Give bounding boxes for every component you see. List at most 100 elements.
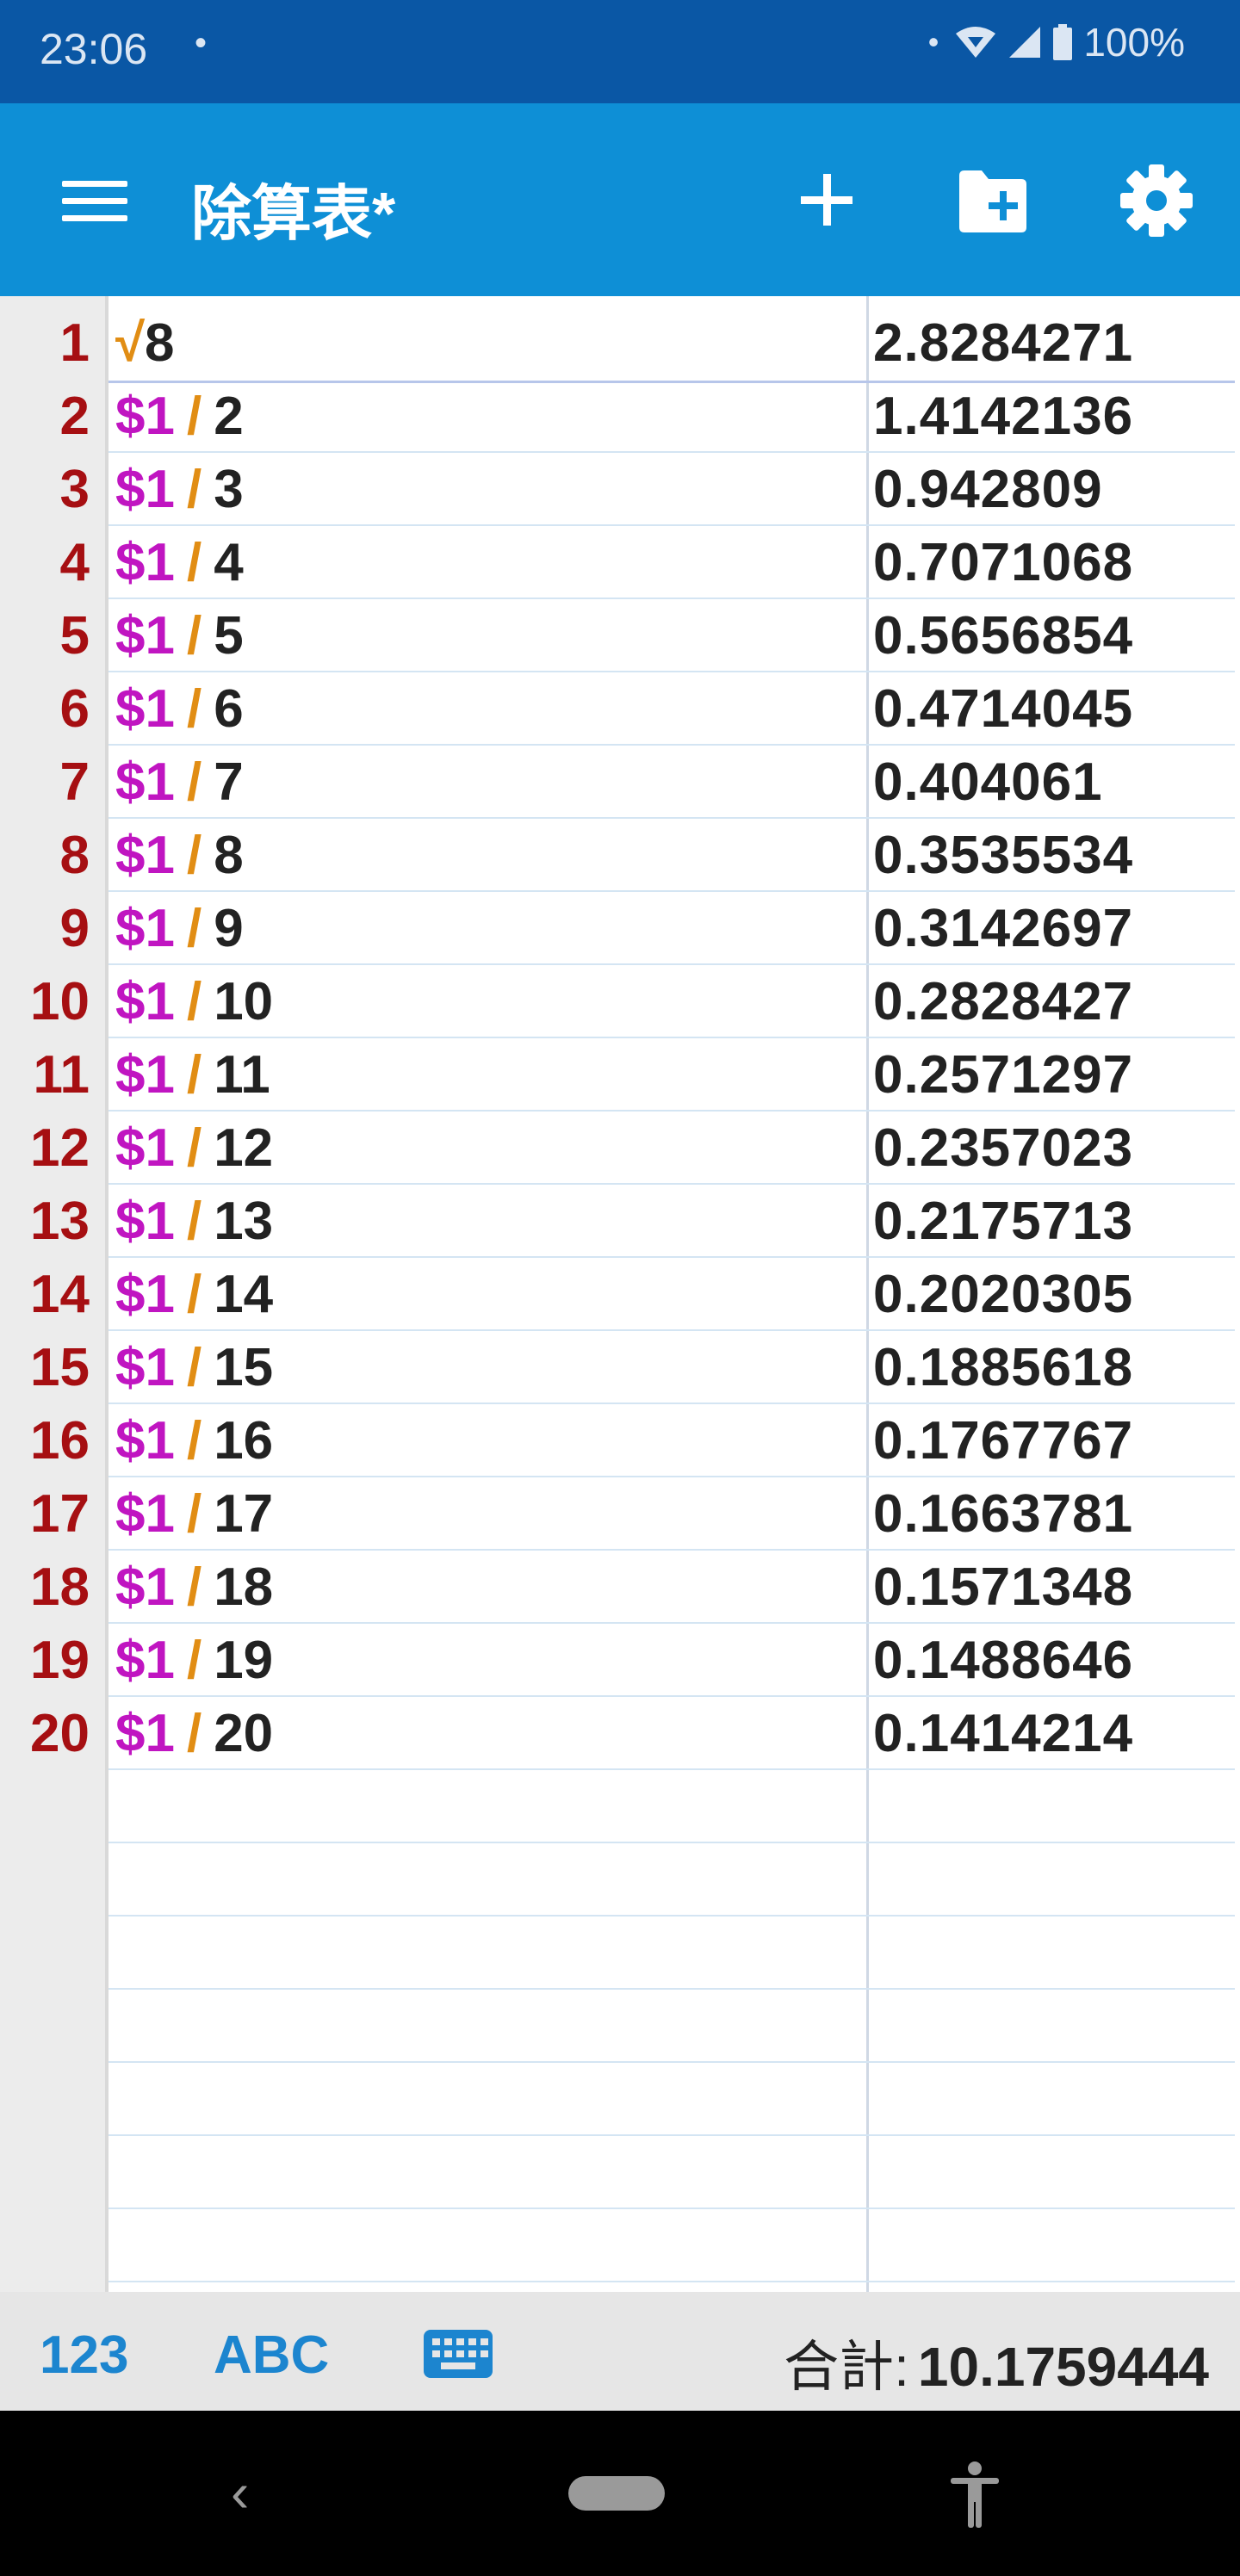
operand: 5 [214,606,244,666]
formula-cell[interactable]: $1/8 [115,819,856,892]
row-number[interactable]: 7 [0,746,90,819]
row-number[interactable]: 18 [0,1551,90,1624]
formula-cell[interactable]: $1/17 [115,1477,856,1551]
formula-cell[interactable]: $1/14 [115,1258,856,1331]
result-cell[interactable]: 0.5656854 [873,599,1235,672]
formula-cell[interactable]: $1/5 [115,599,856,672]
cell-reference: $1 [115,533,175,592]
row-number[interactable]: 14 [0,1258,90,1331]
formula-cell[interactable]: √8 [115,307,856,380]
folder-add-icon[interactable] [956,169,1028,234]
operand: 6 [214,679,244,739]
result-cell[interactable]: 0.2828427 [873,965,1235,1038]
row-divider [108,1768,1235,1770]
formula-cell[interactable]: $1/20 [115,1697,856,1770]
row-number[interactable]: 15 [0,1331,90,1404]
operator: / [186,826,202,885]
operand: 8 [145,313,175,373]
formula-cell[interactable]: $1/7 [115,746,856,819]
formula-cell[interactable]: $1/15 [115,1331,856,1404]
add-icon[interactable] [792,165,861,234]
active-row-indicator [108,381,1235,383]
result-cell[interactable]: 0.1767767 [873,1404,1235,1477]
row-number[interactable]: 8 [0,819,90,892]
row-number[interactable]: 5 [0,599,90,672]
result-cell[interactable]: 0.1663781 [873,1477,1235,1551]
result-cell[interactable]: 0.404061 [873,746,1235,819]
result-cell[interactable]: 0.2020305 [873,1258,1235,1331]
empty-row-divider [108,1842,1235,1843]
formula-cell[interactable]: $1/6 [115,672,856,746]
row-number[interactable]: 2 [0,380,90,453]
result-cell[interactable]: 0.2571297 [873,1038,1235,1112]
back-icon[interactable]: ‹ [231,2461,249,2524]
operator: / [186,460,202,519]
formula-cell[interactable]: $1/13 [115,1185,856,1258]
home-pill-icon[interactable] [568,2476,665,2511]
operand: 18 [214,1557,274,1617]
row-number[interactable]: 6 [0,672,90,746]
result-cell[interactable]: 0.1488646 [873,1624,1235,1697]
empty-row-divider [108,1915,1235,1917]
result-cell[interactable]: 0.3142697 [873,892,1235,965]
row-number[interactable]: 16 [0,1404,90,1477]
empty-row-divider [108,1988,1235,1990]
formula-cell[interactable]: $1/12 [115,1112,856,1185]
alpha-keyboard-button[interactable]: ABC [214,2325,329,2386]
operand: 8 [214,826,244,885]
empty-row-divider [108,2134,1235,2136]
operand: 17 [214,1484,274,1544]
operator: / [186,972,202,1031]
row-number[interactable]: 11 [0,1038,90,1112]
formula-cell[interactable]: $1/18 [115,1551,856,1624]
result-cell[interactable]: 0.2175713 [873,1185,1235,1258]
operand: 14 [214,1265,274,1324]
row-number[interactable]: 3 [0,453,90,526]
cell-reference: $1 [115,1265,175,1324]
result-cell[interactable]: 0.1414214 [873,1697,1235,1770]
formula-cell[interactable]: $1/4 [115,526,856,599]
operator: / [186,1704,202,1763]
operator: / [186,1118,202,1178]
operator: / [186,1338,202,1397]
result-cell[interactable]: 0.2357023 [873,1112,1235,1185]
row-number[interactable]: 9 [0,892,90,965]
row-number[interactable]: 13 [0,1185,90,1258]
row-number[interactable]: 20 [0,1697,90,1770]
row-number[interactable]: 10 [0,965,90,1038]
row-number[interactable]: 17 [0,1477,90,1551]
formula-cell[interactable]: $1/19 [115,1624,856,1697]
result-cell[interactable]: 0.1885618 [873,1331,1235,1404]
formula-cell[interactable]: $1/11 [115,1038,856,1112]
row-number[interactable]: 4 [0,526,90,599]
column-divider [866,296,869,2292]
formula-cell[interactable]: $1/10 [115,965,856,1038]
accessibility-icon[interactable] [947,2461,1002,2530]
formula-cell[interactable]: $1/2 [115,380,856,453]
gear-icon[interactable] [1119,164,1194,238]
page-title: 除算表* [191,180,396,247]
operand: 12 [214,1118,274,1178]
result-cell[interactable]: 0.3535534 [873,819,1235,892]
formula-cell[interactable]: $1/9 [115,892,856,965]
menu-icon[interactable] [62,181,131,222]
cell-reference: $1 [115,606,175,666]
keyboard-icon[interactable] [424,2330,493,2378]
result-cell[interactable]: 0.942809 [873,453,1235,526]
numeric-keyboard-button[interactable]: 123 [40,2325,128,2386]
row-number[interactable]: 1 [0,307,90,380]
result-cell[interactable]: 1.4142136 [873,380,1235,453]
row-number[interactable]: 12 [0,1112,90,1185]
formula-cell[interactable]: $1/3 [115,453,856,526]
row-number[interactable]: 19 [0,1624,90,1697]
result-cell[interactable]: 0.4714045 [873,672,1235,746]
result-cell[interactable]: 2.8284271 [873,307,1235,380]
cell-reference: $1 [115,1338,175,1397]
operator: / [186,1265,202,1324]
formula-cell[interactable]: $1/16 [115,1404,856,1477]
result-cell[interactable]: 0.7071068 [873,526,1235,599]
result-cell[interactable]: 0.1571348 [873,1551,1235,1624]
operator: / [186,679,202,739]
cell-reference: $1 [115,460,175,519]
operand: 7 [214,752,244,812]
